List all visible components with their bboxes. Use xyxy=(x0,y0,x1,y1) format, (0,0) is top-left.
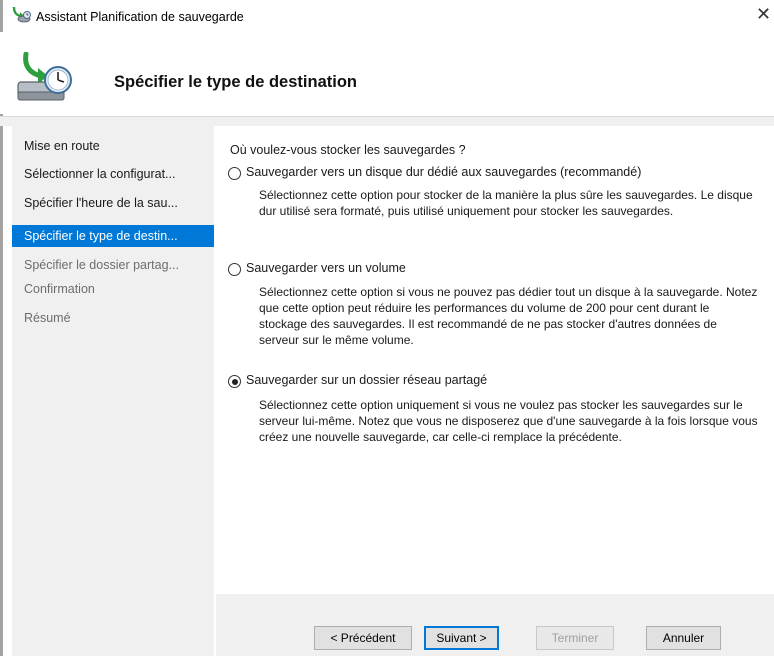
dedicated-disk-radio[interactable] xyxy=(228,167,241,180)
nav-step-resume: Résumé xyxy=(24,311,71,325)
network-share-description: Sélectionnez cette option uniquement si … xyxy=(259,398,758,444)
window-title: Assistant Planification de sauvegarde xyxy=(36,10,244,24)
backup-disk-clock-icon xyxy=(16,51,76,106)
page-title: Spécifier le type de destination xyxy=(114,73,357,91)
dedicated-disk-label[interactable]: Sauvegarder vers un disque dur dédié aux… xyxy=(246,165,641,179)
wizard-window: Assistant Planification de sauvegarde ✕ … xyxy=(0,0,774,656)
nav-step-mise-en-route[interactable]: Mise en route xyxy=(12,135,214,157)
wizard-header: Spécifier le type de destination xyxy=(0,32,774,114)
network-share-label[interactable]: Sauvegarder sur un dossier réseau partag… xyxy=(246,373,487,387)
nav-step-confirmation: Confirmation xyxy=(24,282,95,296)
nav-step-specifier-heure[interactable]: Spécifier l'heure de la sau... xyxy=(12,192,214,214)
backup-wizard-icon xyxy=(12,5,32,23)
close-icon[interactable]: ✕ xyxy=(756,4,771,25)
finish-button: Terminer xyxy=(536,626,614,650)
network-share-radio[interactable] xyxy=(228,375,241,388)
wizard-footer: < Précédent Suivant > Terminer Annuler xyxy=(216,594,774,656)
nav-step-specifier-type-destination[interactable]: Spécifier le type de destin... xyxy=(12,225,214,247)
wizard-content: Où voulez-vous stocker les sauvegardes ?… xyxy=(216,126,774,594)
cancel-button[interactable]: Annuler xyxy=(646,626,721,650)
volume-radio[interactable] xyxy=(228,263,241,276)
dedicated-disk-description: Sélectionnez cette option pour stocker d… xyxy=(259,188,753,218)
title-bar: Assistant Planification de sauvegarde ✕ xyxy=(0,0,774,32)
volume-label[interactable]: Sauvegarder vers un volume xyxy=(246,261,406,275)
nav-step-specifier-dossier-partage: Spécifier le dossier partag... xyxy=(24,258,179,272)
destination-question: Où voulez-vous stocker les sauvegardes ? xyxy=(230,143,466,157)
previous-button[interactable]: < Précédent xyxy=(314,626,412,650)
volume-description: Sélectionnez cette option si vous ne pou… xyxy=(259,285,758,347)
wizard-steps-nav: Mise en route Sélectionner la configurat… xyxy=(12,126,214,656)
next-button[interactable]: Suivant > xyxy=(424,626,499,650)
header-separator xyxy=(0,116,774,126)
nav-step-selectionner-configuration[interactable]: Sélectionner la configurat... xyxy=(12,163,214,185)
